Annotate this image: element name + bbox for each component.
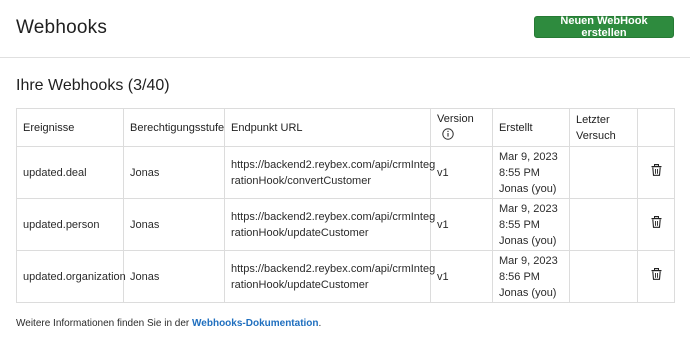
cell-created: Mar 9, 2023 8:55 PM Jonas (you) — [492, 146, 570, 199]
cell-version: v1 — [430, 198, 493, 251]
footer-text: Weitere Informationen finden Sie in der — [16, 318, 193, 329]
trash-icon[interactable] — [651, 164, 662, 181]
cell-actions — [637, 146, 675, 199]
column-header-last-attempt: Letzter Versuch — [569, 108, 638, 147]
cell-event: updated.deal — [16, 146, 124, 199]
cell-version: v1 — [430, 250, 493, 303]
footer-info: Weitere Informationen finden Sie in der … — [16, 318, 321, 329]
cell-version: v1 — [430, 146, 493, 199]
cell-endpoint-url: https://backend2.reybex.com/api/crmInteg… — [224, 250, 435, 303]
cell-permission: Jonas — [123, 250, 225, 303]
created-by: Jonas (you) — [499, 286, 557, 299]
url-line: https://backend2.reybex.com/api/crmInteg — [231, 210, 436, 223]
section-title: Ihre Webhooks (3/40) — [16, 77, 170, 94]
cell-event: updated.organization — [16, 250, 126, 303]
cell-created: Mar 9, 2023 8:55 PM Jonas (you) — [492, 198, 570, 251]
created-by: Jonas (you) — [499, 182, 557, 195]
url-line: https://backend2.reybex.com/api/crmInteg — [231, 158, 436, 171]
cell-last-attempt — [569, 250, 638, 303]
url-line: https://backend2.reybex.com/api/crmInteg — [231, 262, 436, 275]
url-line: rationHook/updateCustomer — [231, 278, 369, 291]
column-header-version: Version — [430, 108, 493, 147]
table-row: updated.person Jonas https://backend2.re… — [16, 198, 675, 251]
url-line: rationHook/convertCustomer — [231, 174, 372, 187]
trash-icon[interactable] — [651, 268, 662, 285]
column-header-created: Erstellt — [492, 108, 570, 147]
column-header-endpoint-url: Endpunkt URL — [224, 108, 431, 147]
cell-endpoint-url: https://backend2.reybex.com/api/crmInteg… — [224, 146, 435, 199]
footer-suffix: . — [318, 318, 322, 329]
cell-endpoint-url: https://backend2.reybex.com/api/crmInteg… — [224, 198, 435, 251]
cell-created: Mar 9, 2023 8:56 PM Jonas (you) — [492, 250, 570, 303]
column-header-permission: Berechtigungsstufe — [123, 108, 225, 147]
cell-actions — [637, 250, 675, 303]
trash-icon[interactable] — [651, 216, 662, 233]
cell-actions — [637, 198, 675, 251]
created-time: 8:55 PM — [499, 218, 540, 231]
column-header-version-label: Version — [437, 112, 474, 125]
created-time: 8:56 PM — [499, 270, 540, 283]
webhooks-table: Ereignisse Berechtigungsstufe Endpunkt U… — [16, 108, 675, 303]
top-bar: Webhooks Neuen WebHook erstellen — [0, 0, 690, 58]
page-title: Webhooks — [16, 17, 108, 38]
table-row: updated.organization Jonas https://backe… — [16, 250, 675, 303]
table-header-row: Ereignisse Berechtigungsstufe Endpunkt U… — [16, 108, 675, 147]
created-by: Jonas (you) — [499, 234, 557, 247]
new-webhook-button[interactable]: Neuen WebHook erstellen — [534, 15, 674, 39]
cell-last-attempt — [569, 146, 638, 199]
created-date: Mar 9, 2023 — [499, 150, 558, 163]
created-date: Mar 9, 2023 — [499, 202, 558, 215]
created-date: Mar 9, 2023 — [499, 254, 558, 267]
info-icon[interactable] — [442, 127, 454, 145]
webhooks-docs-link[interactable]: Webhooks-Dokumentation — [192, 318, 318, 329]
cell-last-attempt — [569, 198, 638, 251]
cell-permission: Jonas — [123, 198, 225, 251]
created-time: 8:55 PM — [499, 166, 540, 179]
cell-permission: Jonas — [123, 146, 225, 199]
column-header-actions — [637, 108, 675, 147]
url-line: rationHook/updateCustomer — [231, 226, 369, 239]
cell-event: updated.person — [16, 198, 124, 251]
table-row: updated.deal Jonas https://backend2.reyb… — [16, 146, 675, 199]
column-header-events: Ereignisse — [16, 108, 124, 147]
